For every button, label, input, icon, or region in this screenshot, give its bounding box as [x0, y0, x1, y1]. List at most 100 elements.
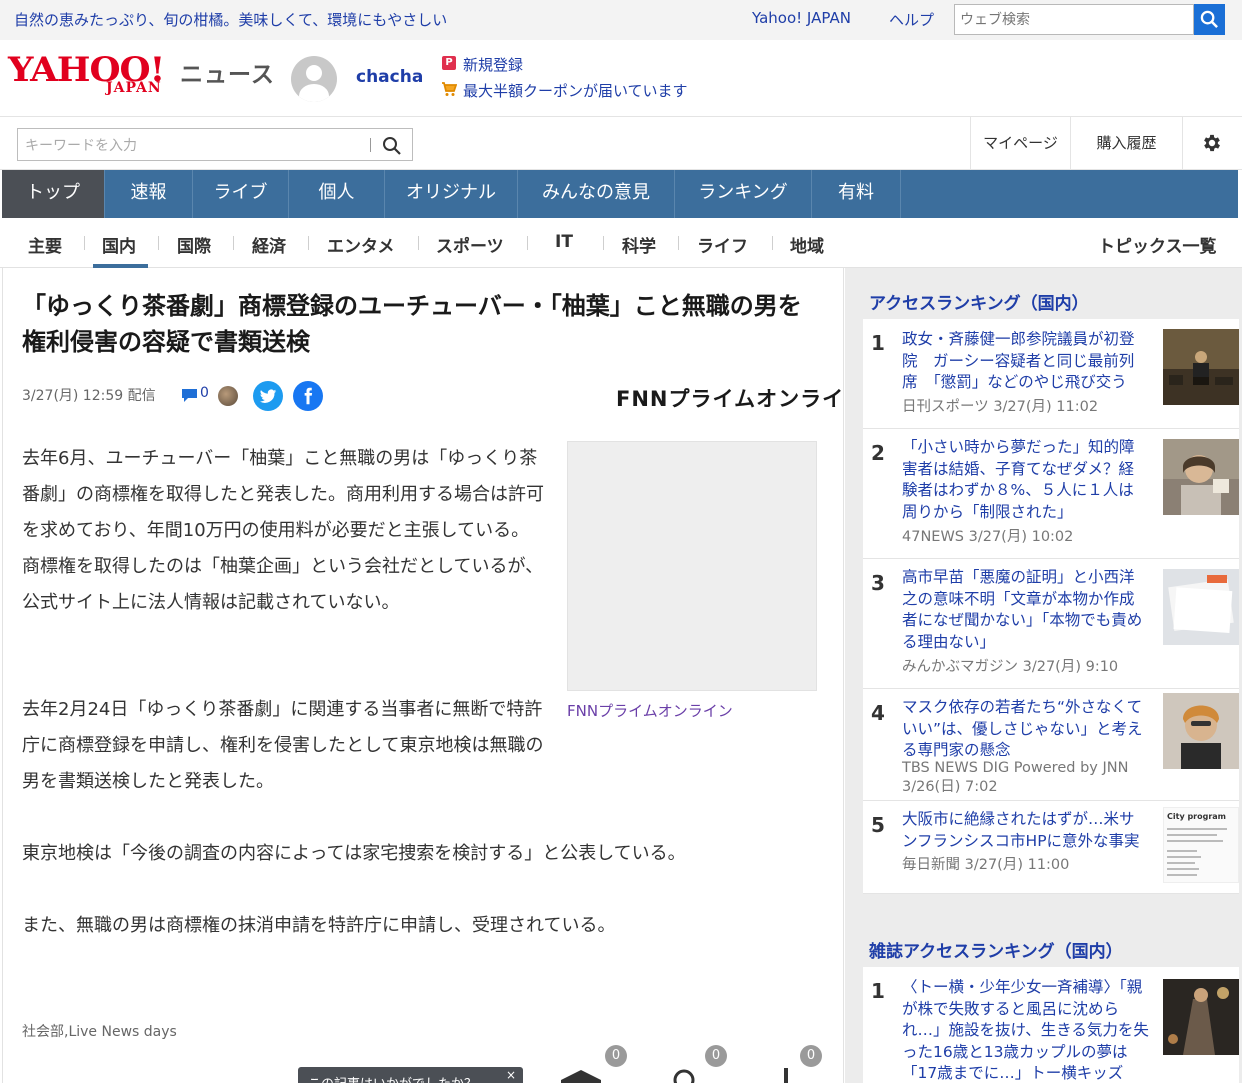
subnav-divider: [678, 236, 679, 250]
expert-photo: [1163, 693, 1239, 769]
main-nav: トップ 速報 ライブ 個人 オリジナル みんなの意見 ランキング 有料: [2, 170, 1238, 218]
article-byline: 社会部,Live News days: [22, 1024, 177, 1040]
ranking-title[interactable]: 大阪市に絶縁されたはずが…米サンフランシスコ市HPに意外な事実: [902, 809, 1149, 852]
web-search-button[interactable]: [1194, 4, 1225, 35]
user-avatar[interactable]: [291, 56, 337, 102]
search-icon[interactable]: [382, 136, 402, 156]
ranking-title[interactable]: 「小さい時から夢だった」知的障害者は結婚、子育てなぜダメ？経験者はわずか８%、５…: [902, 437, 1149, 523]
subnav-item-international[interactable]: 国際: [177, 232, 211, 257]
ranking-item[interactable]: 1 〈トー横・少年少女一斉補導〉「親が株で失敗すると風呂に沈められ…」施設を抜け…: [863, 967, 1239, 1083]
subnav-divider: [418, 236, 419, 250]
twitter-share-button[interactable]: [253, 381, 283, 411]
ranking-title[interactable]: マスク依存の若者たち“外さなくていい”は、優しさじゃない」と考える専門家の懸念: [902, 697, 1149, 762]
ranking-title[interactable]: 〈トー横・少年少女一斉補導〉「親が株で失敗すると風呂に沈められ…」施設を抜け、生…: [902, 977, 1149, 1083]
comment-icon[interactable]: [181, 388, 198, 403]
nav-tab-live[interactable]: ライブ: [193, 170, 289, 218]
facebook-share-button[interactable]: [293, 381, 323, 411]
subnav-item-economy[interactable]: 経済: [252, 232, 286, 257]
ranking-thumbnail[interactable]: [1163, 439, 1239, 515]
coupon-link[interactable]: 最大半額クーポンが届いています: [463, 80, 688, 101]
ranking-number: 3: [871, 571, 885, 595]
ranking-title[interactable]: 政女・斉藤健一郎参院議員が初登院 ガーシー容疑者と同じ最前列席 「懲罰」などのや…: [902, 329, 1149, 394]
yahoo-japan-link[interactable]: Yahoo! JAPAN: [752, 9, 851, 27]
subnav-item-region[interactable]: 地域: [790, 232, 824, 257]
ranking-item[interactable]: 3 高市早苗「悪魔の証明」と小西洋之の意味不明「文章が本物か作成者になぜ聞かない…: [863, 559, 1239, 689]
reaction-count-think: 0: [800, 1045, 822, 1067]
sub-nav: 主要 国内 国際 経済 エンタメ スポーツ IT 科学 ライフ 地域 トピックス…: [0, 218, 1242, 268]
graduation-cap-icon[interactable]: [561, 1068, 601, 1083]
magazine-ranking-title[interactable]: 雑誌アクセスランキング（国内）: [869, 937, 1123, 962]
keyword-search-input[interactable]: キーワードを入力: [17, 128, 413, 161]
thinking-icon[interactable]: [782, 1068, 790, 1083]
ranking-thumbnail[interactable]: [1163, 979, 1239, 1055]
reaction-count-understand: 0: [705, 1045, 727, 1067]
ranking-item[interactable]: 1 政女・斉藤健一郎参院議員が初登院 ガーシー容疑者と同じ最前列席 「懲罰」など…: [863, 319, 1239, 429]
ranking-thumbnail[interactable]: [1163, 693, 1239, 769]
ranking-thumbnail[interactable]: [1163, 329, 1239, 405]
ranking-source: みんかぶマガジン 3/27(月) 9:10: [902, 659, 1119, 675]
feedback-prompt[interactable]: この記事はいかがでしたか？: [298, 1067, 523, 1083]
web-search-input[interactable]: [954, 4, 1194, 35]
ranking-number: 1: [871, 979, 885, 1003]
published-date: 3/27(月) 12:59 配信: [22, 388, 156, 404]
purchase-history-link[interactable]: 購入履歴: [1070, 117, 1182, 169]
nav-tab-top[interactable]: トップ: [2, 170, 105, 218]
subnav-item-entertainment[interactable]: エンタメ: [327, 232, 395, 257]
ranking-source: 47NEWS 3/27(月) 10:02: [902, 529, 1074, 545]
ranking-source: 日刊スポーツ 3/27(月) 11:02: [902, 399, 1099, 415]
nav-tab-original[interactable]: オリジナル: [385, 170, 518, 218]
source-logo[interactable]: FNNプライムオンライン: [616, 383, 866, 413]
close-icon[interactable]: ×: [506, 1068, 516, 1082]
subnav-divider: [158, 236, 159, 250]
logo-news-text[interactable]: ニュース: [180, 55, 275, 89]
ranking-item[interactable]: 2 「小さい時から夢だった」知的障害者は結婚、子育てなぜダメ？経験者はわずか８%…: [863, 429, 1239, 559]
ranking-number: 4: [871, 701, 885, 725]
nav-tab-ranking[interactable]: ランキング: [675, 170, 812, 218]
settings-button[interactable]: [1182, 117, 1242, 169]
cart-icon: [442, 82, 457, 96]
article-paragraph: また、無職の男は商標権の抹消申請を特許庁に申請し、受理されている。: [22, 915, 616, 936]
ranking-item[interactable]: 5 大阪市に絶縁されたはずが…米サンフランシスコ市HPに意外な事実 毎日新聞 3…: [863, 801, 1239, 894]
username-link[interactable]: chacha: [356, 67, 423, 87]
gear-icon: [1204, 134, 1220, 152]
avatar-body-shape: [299, 84, 329, 102]
ranking-title[interactable]: 高市早苗「悪魔の証明」と小西洋之の意味不明「文章が本物か作成者になぜ聞かない」「…: [902, 567, 1149, 653]
article-headline: 「ゆっくり茶番劇」商標登録のユーチューバー・「柚葉」こと無職の男を権利侵害の容疑…: [22, 292, 802, 356]
article-photo[interactable]: [567, 441, 817, 691]
twitter-icon: [259, 389, 277, 403]
mypage-link[interactable]: マイページ: [970, 117, 1070, 169]
topics-all-link[interactable]: トピックス一覧: [1098, 232, 1217, 257]
nav-tab-opinions[interactable]: みんなの意見: [518, 170, 675, 218]
nav-tab-breaking[interactable]: 速報: [105, 170, 193, 218]
paypay-icon: P: [442, 56, 456, 70]
subnav-item-science[interactable]: 科学: [622, 232, 656, 257]
comment-count[interactable]: 0: [200, 385, 209, 401]
subnav-item-sports[interactable]: スポーツ: [436, 232, 504, 257]
subnav-divider: [772, 236, 773, 250]
subnav-divider: [233, 236, 234, 250]
help-link[interactable]: ヘルプ: [889, 9, 934, 30]
promo-link[interactable]: 自然の恵みたっぷり、旬の柑橘。美味しくて、環境にもやさしい: [14, 9, 447, 30]
register-link[interactable]: 新規登録: [463, 54, 523, 75]
article-paragraph: 去年2月24日「ゆっくり茶番劇」に関連する当事者に無断で特許庁に商標登録を申請し…: [22, 699, 544, 792]
nav-tab-individual[interactable]: 個人: [289, 170, 385, 218]
ranking-thumbnail[interactable]: City program: [1163, 807, 1239, 883]
ranking-thumbnail[interactable]: [1163, 569, 1239, 645]
article-paragraph: 去年6月、ユーチューバー「柚葉」こと無職の男は「ゆっくり茶番劇」の商標権を取得し…: [22, 448, 544, 613]
subnav-item-it[interactable]: IT: [555, 232, 573, 252]
subnav-item-life[interactable]: ライフ: [697, 232, 748, 257]
nav-tab-paid[interactable]: 有料: [812, 170, 901, 218]
commenter-avatar: [218, 386, 238, 406]
photo-caption[interactable]: FNNプライムオンライン: [567, 700, 733, 721]
lightbulb-icon[interactable]: [670, 1068, 698, 1083]
thumbnail-caption: City program: [1167, 812, 1227, 821]
access-ranking-list: 1 政女・斉藤健一郎参院議員が初登院 ガーシー容疑者と同じ最前列席 「懲罰」など…: [863, 319, 1239, 894]
subnav-item-domestic[interactable]: 国内: [102, 232, 136, 257]
subnav-item-main[interactable]: 主要: [28, 232, 62, 257]
parliament-photo: [1163, 329, 1239, 405]
subnav-divider: [308, 236, 309, 250]
ranking-item[interactable]: 4 マスク依存の若者たち“外さなくていい”は、優しさじゃない」と考える専門家の懸…: [863, 689, 1239, 801]
yahoo-japan-logo[interactable]: YAHOO! JAPAN: [8, 52, 186, 100]
ranking-source: 毎日新聞 3/27(月) 11:00: [902, 857, 1070, 873]
access-ranking-title[interactable]: アクセスランキング（国内）: [869, 289, 1089, 314]
